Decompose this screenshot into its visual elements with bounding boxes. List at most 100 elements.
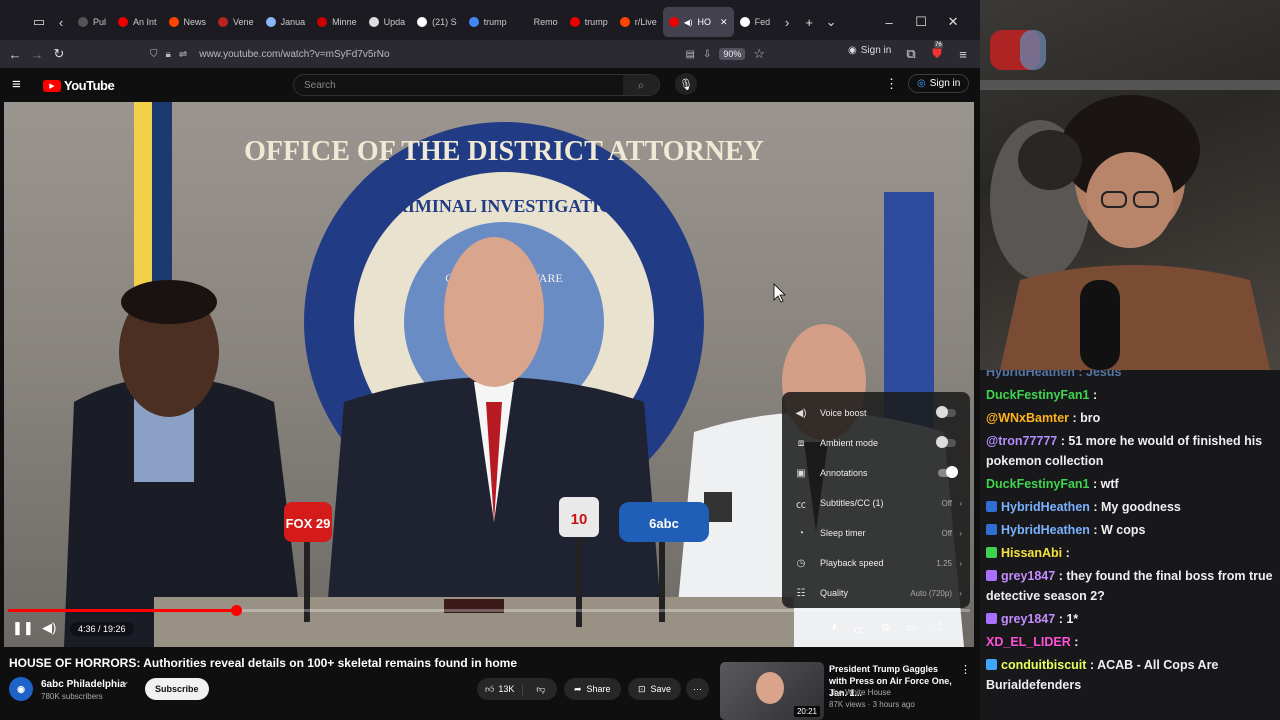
more-actions-button[interactable]: ⋯ [686, 678, 709, 700]
like-button[interactable]: 👍︎ 13K [477, 683, 524, 695]
chat-username[interactable]: HybridHeathen [1001, 523, 1090, 537]
browser-tab-active[interactable]: ◀) HO ✕ [662, 7, 734, 37]
account-signin[interactable]: ◉ Sign in [848, 45, 891, 56]
zoom-indicator[interactable]: 90% [719, 48, 746, 60]
chat-message: HybridHeathen : My goodness [986, 497, 1274, 517]
channel-avatar[interactable]: ◉ [9, 677, 33, 701]
browser-nav-bar: ← → ↻ ⛉ 🔒︎ ⇌ www.youtube.com/watch?v=mSy… [0, 40, 980, 68]
youtube-logo[interactable]: ▶ YouTube [43, 78, 115, 93]
theater-mode-icon[interactable]: ▭ [906, 621, 916, 637]
chat-username[interactable]: grey1847 [1001, 569, 1055, 583]
browser-tab[interactable]: Remo [513, 7, 564, 37]
settings-row[interactable]: ⧈ Ambient mode [782, 428, 970, 458]
settings-row[interactable]: ◷ Playback speed 1.25 › [782, 548, 970, 578]
chat-username[interactable]: @tron77777 [986, 434, 1057, 448]
browser-tab[interactable]: (21) S [411, 7, 463, 37]
chat-username[interactable]: @WNxBamter [986, 411, 1069, 425]
chat-username[interactable]: XD_EL_LIDER [986, 635, 1071, 649]
pause-button[interactable]: ❚❚ [12, 620, 34, 636]
shield-icon[interactable]: ⛉ [150, 49, 158, 60]
dislike-button[interactable]: 👎︎ [528, 684, 553, 695]
menu-icon[interactable]: ≡ [952, 43, 974, 65]
seal-text: OFFICE OF THE DISTRICT ATTORNEY [244, 136, 764, 167]
forward-icon[interactable]: → [26, 43, 48, 65]
settings-row[interactable]: ㏄ Subtitles/CC (1) Off › [782, 488, 970, 518]
video-info: HOUSE OF HORRORS: Authorities reveal det… [0, 647, 980, 720]
browser-tab[interactable]: trump [463, 7, 513, 37]
url-bar[interactable]: ⛉ 🔒︎ ⇌ www.youtube.com/watch?v=mSyFd7v5r… [150, 42, 765, 66]
browser-tab[interactable]: Vene [212, 7, 260, 37]
browser-tab[interactable]: An Int [112, 7, 163, 37]
captions-icon[interactable]: ㏄ [854, 621, 865, 637]
browser-tab[interactable]: trump [564, 7, 614, 37]
more-options-icon[interactable]: ⋮ [885, 76, 898, 92]
chat-username[interactable]: HybridHeathen [1001, 500, 1090, 514]
new-tab-icon[interactable]: + [798, 11, 820, 33]
search-button[interactable]: ⌕ [623, 75, 659, 95]
scrubber-handle[interactable] [230, 605, 242, 616]
save-button[interactable]: ⊡ Save [628, 678, 682, 700]
tab-list-icon[interactable]: ▭ [28, 11, 50, 33]
lock-icon[interactable]: 🔒︎ [166, 49, 171, 60]
tab-scroll-right-icon[interactable]: › [776, 11, 798, 33]
browser-tab[interactable]: Janua [260, 7, 312, 37]
chat-badge-icon [986, 547, 997, 558]
toggle-switch[interactable] [936, 436, 956, 448]
share-button[interactable]: ➦ Share [564, 678, 621, 700]
extensions-icon[interactable]: ⧉ [900, 43, 922, 65]
settings-row[interactable]: ◀) Voice boost [782, 398, 970, 428]
minimize-icon[interactable]: – [878, 11, 900, 33]
settings-gear-icon[interactable]: ⚙ [881, 621, 891, 637]
toggle-switch[interactable] [936, 406, 956, 418]
chat-message: HybridHeathen : W cops [986, 520, 1274, 540]
browser-tab[interactable]: Minne [311, 7, 363, 37]
channel-name[interactable]: 6abc Philadelphia [41, 679, 125, 690]
tab-scroll-left-icon[interactable]: ‹ [50, 11, 72, 33]
progress-bar[interactable] [8, 605, 970, 616]
hamburger-menu-icon[interactable]: ≡ [12, 76, 21, 93]
close-window-icon[interactable]: ✕ [942, 11, 964, 33]
reader-view-icon[interactable]: ▤ [685, 49, 694, 60]
back-icon[interactable]: ← [4, 43, 26, 65]
chat-username[interactable]: HissanAbi [1001, 546, 1062, 560]
browser-tab[interactable]: r/Live [614, 7, 663, 37]
download-icon[interactable]: ⇩ [703, 49, 711, 60]
chat-username[interactable]: DuckFestinyFan1 [986, 477, 1090, 491]
chevron-right-icon: › [959, 498, 962, 508]
fullscreen-icon[interactable]: ⛶ [933, 621, 941, 637]
browser-tab[interactable]: Fed [734, 7, 777, 37]
settings-row[interactable]: ☷ Quality Auto (720p) › [782, 578, 970, 608]
chat-message: DuckFestinyFan1 : wtf [986, 474, 1274, 494]
url-text[interactable]: www.youtube.com/watch?v=mSyFd7v5rNo [199, 49, 389, 60]
search-input[interactable]: Search ⌕ [293, 74, 660, 96]
related-channel[interactable]: The White House [829, 688, 891, 697]
chat-username[interactable]: conduitbiscuit [1001, 658, 1086, 672]
chat-separator: : [1069, 411, 1081, 425]
youtube-signin-button[interactable]: ◎ Sign in [908, 74, 970, 93]
settings-row[interactable]: ▣ Annotations [782, 458, 970, 488]
permissions-icon[interactable]: ⇌ [179, 49, 187, 60]
toggle-switch[interactable] [938, 466, 958, 478]
list-all-tabs-icon[interactable]: ⌄ [820, 11, 842, 33]
reload-icon[interactable]: ↻ [48, 43, 70, 65]
autoplay-toggle-icon[interactable]: ⏵ [832, 621, 838, 637]
settings-row[interactable]: ◔ Sleep timer Off › [782, 518, 970, 548]
speaker-icon[interactable]: ◀) [684, 18, 693, 27]
maximize-icon[interactable]: ☐ [910, 11, 932, 33]
chat-partial-message: HybridHeathen : Jesus [986, 370, 1122, 379]
bookmark-star-icon[interactable]: ☆ [753, 46, 765, 62]
browser-tab[interactable]: News [163, 7, 213, 37]
close-tab-icon[interactable]: ✕ [720, 17, 728, 28]
ublock-count-badge: 76 [934, 42, 943, 48]
subscribe-button[interactable]: Subscribe [145, 678, 209, 700]
browser-tab[interactable]: Upda [363, 7, 412, 37]
related-thumbnail[interactable]: 20:21 [720, 662, 824, 720]
browser-tab[interactable]: Pul [72, 7, 112, 37]
mute-button[interactable]: ◀) [42, 620, 56, 636]
share-icon: ➦ [574, 683, 582, 694]
chat-username[interactable]: grey1847 [1001, 612, 1055, 626]
related-more-icon[interactable]: ⋮ [960, 663, 971, 676]
chat-username[interactable]: DuckFestinyFan1 [986, 388, 1090, 402]
settings-row-value: Off [941, 528, 952, 538]
voice-search-button[interactable]: 🎙︎ [675, 73, 697, 95]
